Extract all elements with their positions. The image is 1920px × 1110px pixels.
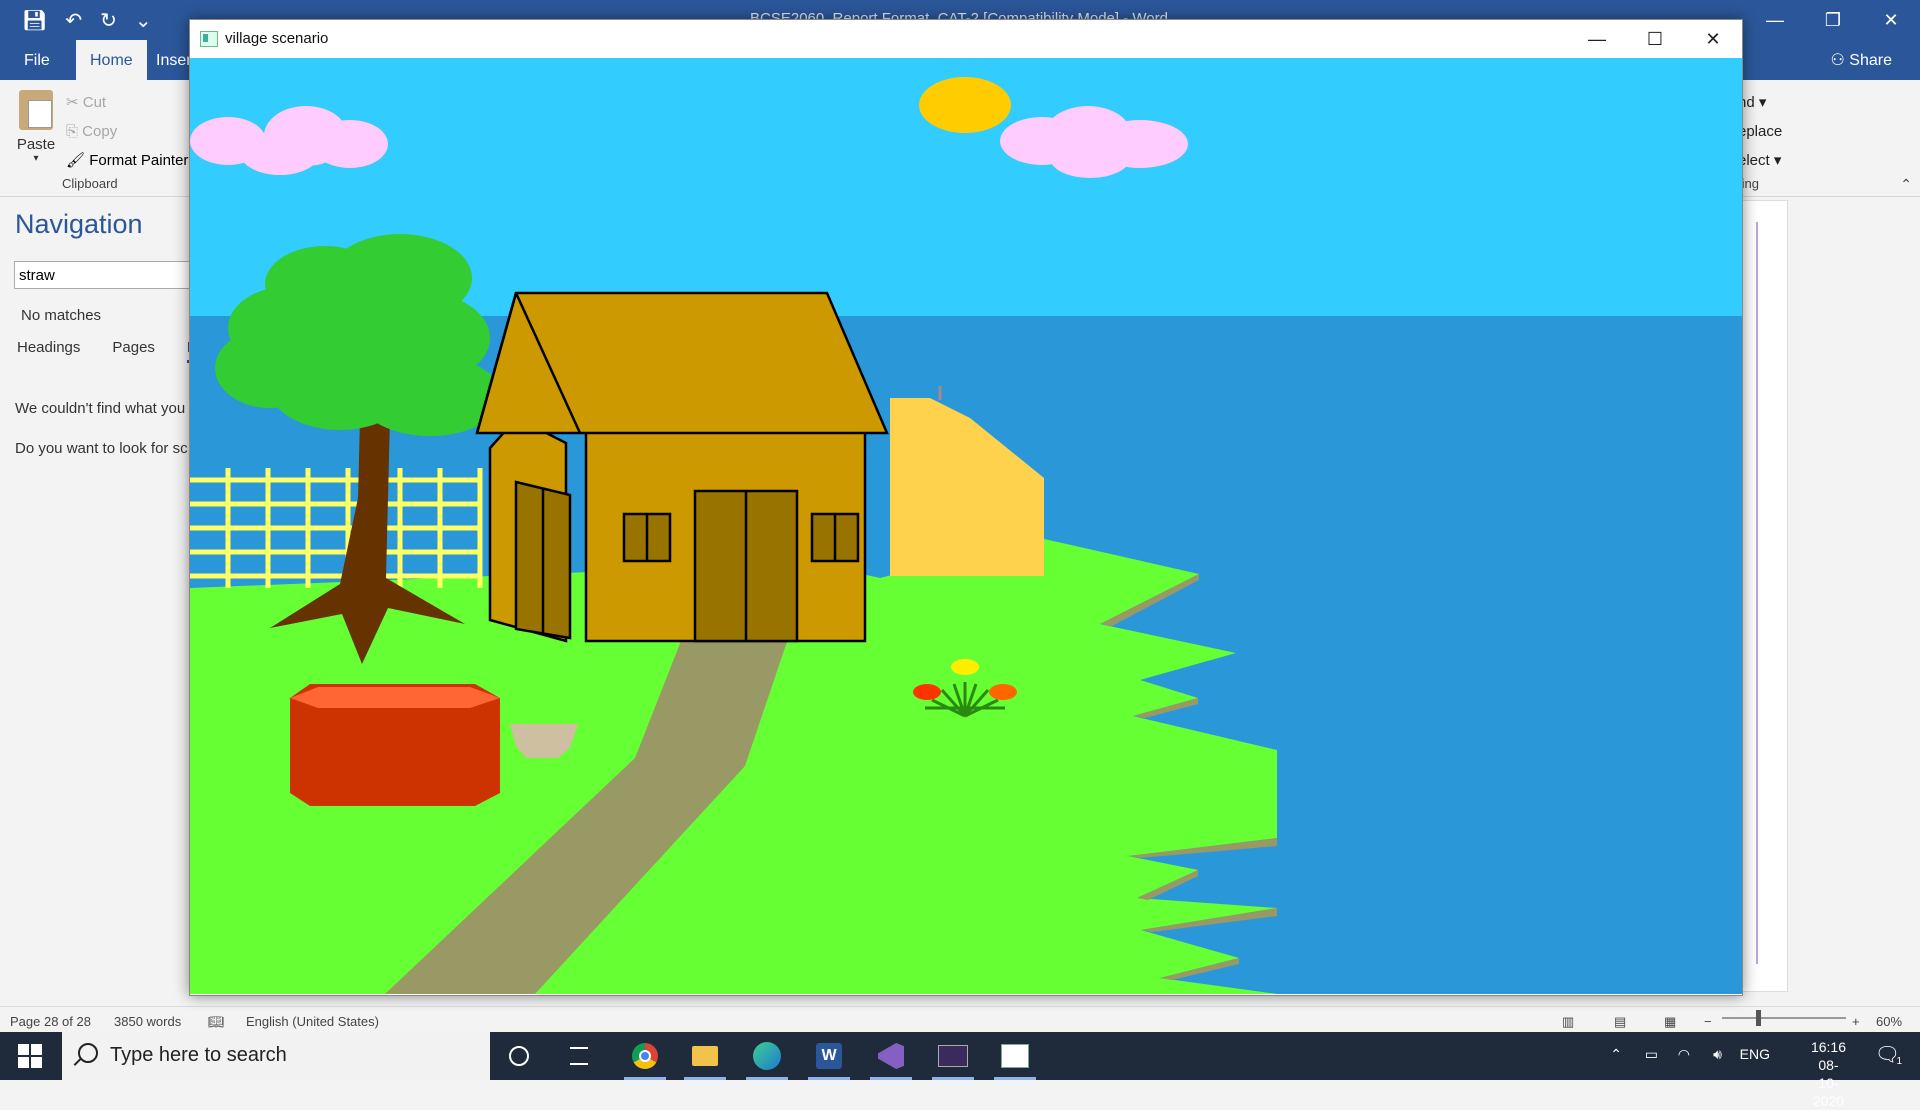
navigation-title: Navigation <box>15 209 143 239</box>
share-button[interactable]: ⚇ Share <box>1831 40 1893 82</box>
taskbar-search-input[interactable]: Type here to search <box>62 1032 490 1080</box>
pond-top <box>290 687 500 708</box>
replace-button[interactable]: eplace <box>1738 117 1782 146</box>
sun <box>919 77 1011 133</box>
time: 16:16 <box>1810 1039 1846 1055</box>
language-indicator[interactable]: ENG <box>1740 1046 1770 1062</box>
search-icon <box>78 1043 98 1063</box>
page-count[interactable]: Page 28 of 28 <box>10 1014 91 1029</box>
chevron-up-icon[interactable]: ⌃ <box>1610 1046 1622 1063</box>
app-window-icon <box>200 31 218 47</box>
word-close-button[interactable]: ✕ <box>1862 0 1920 40</box>
copy-icon: ⎘ <box>66 123 83 140</box>
app-window-icon[interactable] <box>988 1032 1042 1080</box>
terminal-icon[interactable] <box>926 1032 980 1080</box>
navigation-search-input[interactable]: straw <box>14 261 194 289</box>
zoom-in-button[interactable]: + <box>1852 1014 1860 1029</box>
find-button[interactable]: nd ▾ <box>1738 88 1782 117</box>
task-view-icon[interactable] <box>552 1032 606 1080</box>
edge-icon[interactable] <box>740 1032 794 1080</box>
page-border <box>1756 222 1758 964</box>
flower-left-petal <box>913 684 941 700</box>
chrome-icon[interactable] <box>618 1032 672 1080</box>
window-title: village scenario <box>225 30 329 47</box>
clock[interactable]: 16:16 08-10-2020 <box>1811 1038 1846 1110</box>
proofing-icon[interactable]: 📖︎ <box>208 1014 225 1030</box>
windows-start-icon[interactable] <box>18 1044 42 1068</box>
nav-tab-headings[interactable]: Headings <box>17 339 80 363</box>
chevron-down-icon[interactable]: ▾ <box>14 153 58 164</box>
volume-icon[interactable]: 🔊︎ <box>1713 1046 1722 1063</box>
visual-studio-icon[interactable] <box>864 1032 918 1080</box>
file-explorer-icon[interactable] <box>678 1032 732 1080</box>
language-indicator[interactable]: English (United States) <box>246 1014 379 1029</box>
paste-label: Paste <box>16 136 56 153</box>
select-button[interactable]: elect ▾ <box>1738 146 1782 175</box>
minimize-button[interactable]: — <box>1568 20 1626 58</box>
customize-qat-icon[interactable]: ⌄ <box>135 8 152 33</box>
collapse-ribbon-icon[interactable]: ⌃ <box>1900 176 1912 193</box>
navigation-pane: Navigation straw No matches Headings Pag… <box>0 197 198 1007</box>
village-scene-canvas <box>190 58 1742 994</box>
zoom-level[interactable]: 60% <box>1876 1014 1902 1029</box>
flower-right-petal <box>989 684 1017 700</box>
save-icon[interactable]: 💾︎ <box>22 8 47 33</box>
clipboard-icon <box>19 90 53 130</box>
person-icon: ⚇ <box>1830 52 1850 69</box>
window-title-bar[interactable]: village scenario — ☐ ✕ <box>190 20 1742 58</box>
web-layout-icon[interactable]: ▦ <box>1664 1014 1676 1030</box>
nav-message: We couldn't find what you <box>15 400 186 417</box>
word-icon[interactable]: W <box>802 1032 856 1080</box>
tab-file[interactable]: File <box>10 40 64 80</box>
cortana-icon[interactable] <box>492 1032 546 1080</box>
word-count[interactable]: 3850 words <box>114 1014 181 1029</box>
zoom-out-button[interactable]: − <box>1704 1014 1712 1029</box>
nav-message: Do you want to look for sc <box>15 440 188 457</box>
brush-icon: 🖌︎ <box>66 152 90 169</box>
wifi-icon[interactable]: ◠ <box>1678 1046 1690 1063</box>
taskbar: Type here to search W ⌃ ▭ ◠ 🔊︎ ENG 16:16… <box>0 1032 1920 1109</box>
share-label: Share <box>1849 52 1892 69</box>
village-scenario-window[interactable]: village scenario — ☐ ✕ <box>189 19 1743 996</box>
document-page[interactable] <box>1742 200 1788 992</box>
tab-home[interactable]: Home <box>76 40 147 80</box>
search-placeholder: Type here to search <box>110 1044 287 1066</box>
battery-icon[interactable]: ▭ <box>1645 1046 1658 1063</box>
zoom-slider-thumb[interactable] <box>1756 1010 1761 1026</box>
undo-icon[interactable]: ↶ <box>65 8 82 33</box>
status-bar: Page 28 of 28 3850 words 📖︎ English (Uni… <box>0 1006 1920 1035</box>
nav-tab-pages[interactable]: Pages <box>112 339 155 363</box>
house <box>475 291 889 643</box>
clipboard-group-label: Clipboard <box>62 176 118 191</box>
zoom-slider[interactable] <box>1722 1017 1846 1019</box>
cut-button[interactable]: ✂ Cut <box>66 88 188 117</box>
scissors-icon: ✂ <box>66 94 83 111</box>
copy-button[interactable]: ⎘ Copy <box>66 117 188 146</box>
redo-icon[interactable]: ↻ <box>100 8 117 33</box>
date: 08-10-2020 <box>1812 1057 1845 1109</box>
house-roof <box>475 291 889 435</box>
no-matches-text: No matches <box>21 307 102 324</box>
read-mode-icon[interactable]: ▥ <box>1562 1014 1574 1030</box>
format-painter-button[interactable]: 🖌︎ Format Painter <box>66 146 188 175</box>
notification-count: 1 <box>1896 1056 1902 1067</box>
print-layout-icon[interactable]: ▤ <box>1614 1014 1626 1030</box>
word-minimize-button[interactable]: — <box>1746 0 1804 40</box>
close-button[interactable]: ✕ <box>1684 20 1742 58</box>
maximize-button[interactable]: ☐ <box>1626 20 1684 58</box>
flower-top-petal <box>951 659 979 675</box>
word-restore-button[interactable]: ❐ <box>1804 0 1862 40</box>
paste-button[interactable]: Paste ▾ <box>14 90 58 164</box>
